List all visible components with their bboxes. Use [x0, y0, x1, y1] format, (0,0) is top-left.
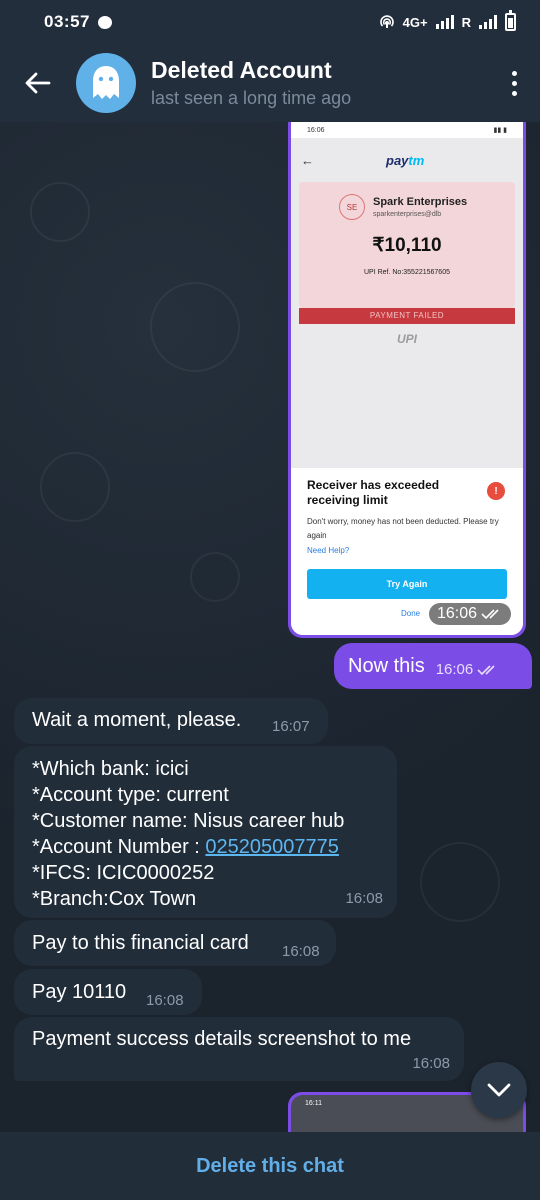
roaming-indicator: R [461, 14, 471, 30]
paytm-logo: paytm [386, 152, 425, 168]
message-text: Payment success details screenshot to me [32, 1028, 412, 1050]
message-line: *Branch:Cox Town [32, 888, 197, 910]
message-bubble-incoming[interactable]: Pay to this financial card 16:08 [14, 920, 336, 966]
paytm-screen: ← paytm SE Spark Enterprises sparkenterp… [291, 138, 523, 468]
upi-reference: UPI Ref. No:355221567605 [363, 269, 450, 276]
merchant-badge: SE [339, 194, 365, 220]
background-doodle [30, 182, 90, 242]
message-bubble-incoming[interactable]: Pay 10110 16:08 [14, 969, 202, 1015]
status-icons: 4G+ R [379, 10, 516, 31]
payment-failed-banner: PAYMENT FAILED [299, 308, 515, 324]
screenshot-status-bar: 16:06 ▮▮ ▮ [291, 122, 523, 138]
delete-chat-button[interactable]: Delete this chat [196, 1155, 344, 1178]
status-time: 03:57 [44, 12, 90, 31]
account-label: *Account Number : [32, 836, 206, 858]
more-options-button[interactable] [488, 44, 540, 122]
back-button[interactable] [0, 44, 76, 122]
merchant-row: SE Spark Enterprises sparkenterprises@dl… [299, 182, 515, 220]
paytm-topbar: ← paytm [291, 138, 523, 182]
merchant-info: Spark Enterprises sparkenterprises@dlb [373, 196, 467, 218]
ghost-icon [93, 66, 119, 99]
message-time: 16:08 [345, 890, 383, 907]
menu-dot [511, 70, 517, 76]
screenshot-time: 16:11 [305, 1099, 322, 1107]
dialog-title: Receiver has exceeded receiving limit [307, 478, 440, 507]
arrow-left-icon [25, 72, 51, 94]
message-line: *Account Number : 025205007775 [32, 834, 397, 860]
message-text: Pay 10110 [32, 981, 127, 1003]
hotspot-icon [379, 15, 394, 28]
time-value: 16:06 [435, 661, 474, 678]
dialog-text: Don't worry, money has not been deducted… [307, 517, 499, 540]
merchant-upi: sparkenterprises@dlb [373, 211, 442, 218]
avatar[interactable] [76, 53, 136, 113]
double-check-icon [481, 609, 499, 620]
image-timestamp: 16:06 [428, 603, 511, 625]
menu-dot [511, 90, 517, 96]
background-doodle [40, 452, 110, 522]
payment-card: SE Spark Enterprises sparkenterprises@dl… [299, 182, 515, 308]
back-arrow-icon: ← [301, 152, 314, 168]
battery-icon [505, 10, 516, 31]
bottom-bar: Delete this chat [0, 1132, 540, 1200]
message-bubble-incoming[interactable]: Payment success details screenshot to me… [14, 1017, 464, 1081]
image-message[interactable]: 16:06 ▮▮ ▮ ← paytm SE Spark Enterprises … [288, 122, 526, 638]
message-time: 16:08 [146, 992, 184, 1009]
signal-icon [435, 15, 454, 29]
chat-area[interactable]: 16:06 ▮▮ ▮ ← paytm SE Spark Enterprises … [0, 122, 540, 1132]
try-again-button: Try Again [307, 569, 507, 599]
message-bubble-outgoing[interactable]: Now this 16:06 [334, 643, 532, 689]
background-doodle [420, 842, 500, 922]
chat-header: Deleted Account last seen a long time ag… [0, 44, 540, 122]
last-seen-status: last seen a long time ago [151, 88, 352, 108]
message-line: *IFCS: ICIC0000252 [32, 862, 215, 884]
message-time: 16:07 [272, 718, 310, 735]
upi-logo: UPI [396, 332, 417, 346]
network-type: 4G+ [402, 14, 428, 30]
double-check-icon [477, 665, 495, 676]
message-time: 16:06 [436, 657, 500, 683]
account-number-link[interactable]: 025205007775 [205, 836, 338, 858]
message-text: Wait a moment, please. [32, 709, 242, 731]
message-time: 16:08 [412, 1055, 450, 1072]
merchant-name: Spark Enterprises [373, 196, 468, 208]
scroll-to-bottom-button[interactable] [471, 1062, 527, 1118]
need-help-link: Need Help? [307, 546, 350, 555]
chevron-down-icon [487, 1083, 511, 1097]
background-doodle [190, 552, 240, 602]
alert-icon: ! [487, 482, 505, 500]
message-line: *Which bank: icici [32, 758, 189, 780]
screenshot-time: 16:06 [307, 126, 325, 134]
message-time: 16:08 [282, 943, 320, 960]
chat-title-block[interactable]: Deleted Account last seen a long time ag… [151, 57, 351, 109]
message-text: Pay to this financial card [32, 932, 249, 954]
message-bubble-incoming[interactable]: *Which bank: icici *Account type: curren… [14, 746, 397, 918]
chat-notification-icon [97, 15, 112, 29]
background-doodle [150, 282, 240, 372]
menu-dot [511, 80, 517, 86]
payment-screenshot: 16:06 ▮▮ ▮ ← paytm SE Spark Enterprises … [291, 122, 523, 635]
chat-title: Deleted Account [151, 57, 332, 83]
screenshot-signal: ▮▮ ▮ [493, 127, 507, 134]
message-text: Now this [348, 655, 425, 677]
status-bar: 03:57 4G+ R [0, 0, 540, 44]
payment-amount: ₹10,110 [372, 235, 442, 256]
message-bubble-incoming[interactable]: Wait a moment, please. 16:07 [14, 698, 328, 744]
image-time: 16:06 [436, 605, 477, 622]
message-line: *Customer name: Nisus career hub [32, 810, 345, 832]
signal-icon-2 [479, 15, 497, 29]
message-line: *Account type: current [32, 784, 229, 806]
